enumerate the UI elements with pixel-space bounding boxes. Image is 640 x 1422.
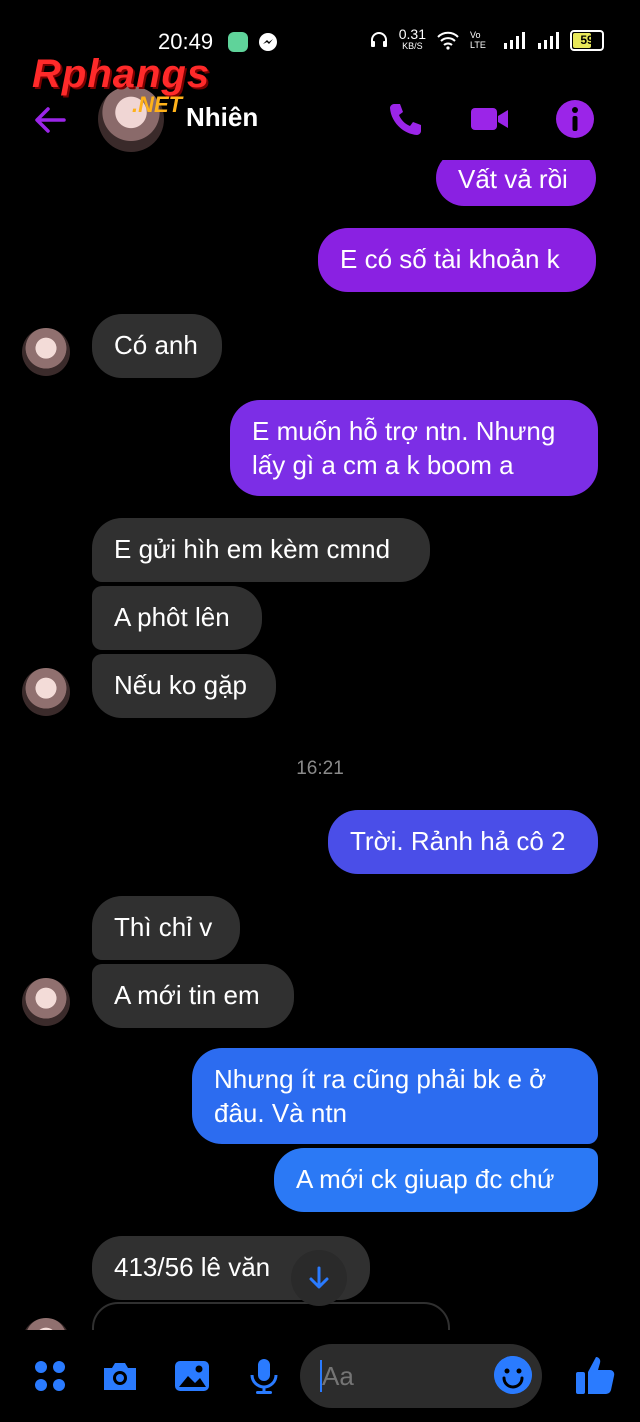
message-outgoing[interactable]: Trời. Rảnh hả cô 2 <box>328 810 598 874</box>
message-outgoing[interactable]: E muốn hỗ trợ ntn. Nhưng lấy gì a cm a k… <box>230 400 598 496</box>
thumbs-up-icon[interactable] <box>572 1352 618 1398</box>
watermark-logo: Rphangs .NET <box>32 52 211 117</box>
message-outgoing[interactable]: A mới ck giuap đc chứ <box>274 1148 598 1212</box>
messenger-notification-icon <box>259 33 277 51</box>
watermark-main: Rphangs <box>32 52 211 96</box>
message-line: lấy gì a cm a k boom a <box>252 450 514 480</box>
scroll-to-bottom-button[interactable] <box>291 1250 347 1306</box>
camera-icon[interactable] <box>100 1356 140 1396</box>
composer-bar <box>0 1330 640 1422</box>
message-line: đâu. Và ntn <box>214 1098 347 1128</box>
video-call-icon[interactable] <box>468 98 510 140</box>
status-right: 0.31 KB/S Vo LTE 59 <box>369 26 604 52</box>
message-outgoing[interactable]: Nhưng ít ra cũng phải bk e ở đâu. Và ntn <box>192 1048 598 1144</box>
phone-call-icon[interactable] <box>384 98 426 140</box>
app-notification-icon <box>228 32 248 52</box>
message-line: E muốn hỗ trợ ntn. Nhưng <box>252 416 556 446</box>
message-outgoing[interactable]: E có số tài khoản k <box>318 228 596 292</box>
message-incoming[interactable]: A mới tin em <box>92 964 294 1028</box>
sender-avatar[interactable] <box>22 978 70 1026</box>
message-incoming[interactable]: E gửi hìh em kèm cmnd <box>92 518 430 582</box>
sender-avatar[interactable] <box>22 1318 70 1330</box>
apps-menu-icon[interactable] <box>30 1356 70 1396</box>
sender-avatar[interactable] <box>22 668 70 716</box>
back-arrow-icon[interactable] <box>30 100 70 140</box>
wifi-icon <box>437 31 459 50</box>
partial-message[interactable] <box>92 1302 450 1330</box>
time-separator: 16:21 <box>296 758 344 779</box>
message-incoming[interactable]: Nếu ko gặp <box>92 654 276 718</box>
watermark-sub: .NET <box>132 92 183 117</box>
gallery-icon[interactable] <box>172 1356 212 1396</box>
message-line: Nhưng ít ra cũng phải bk e ở <box>214 1064 547 1094</box>
net-speed: 0.31 KB/S <box>398 26 426 51</box>
message-incoming[interactable]: Thì chỉ v <box>92 896 240 960</box>
info-icon[interactable] <box>554 98 596 140</box>
microphone-icon[interactable] <box>244 1356 284 1396</box>
volte-label: Vo LTE <box>470 30 486 50</box>
arrow-down-icon <box>309 1266 329 1289</box>
contact-name[interactable]: Nhiên <box>186 102 258 133</box>
signal-icon-2 <box>538 32 559 49</box>
message-list[interactable]: Vất vả rồi E có số tài khoản k Có anh E … <box>0 160 640 1330</box>
message-outgoing[interactable]: Vất vả rồi <box>436 160 596 206</box>
signal-icon-1 <box>504 32 525 49</box>
emoji-icon[interactable] <box>494 1356 532 1394</box>
text-caret <box>320 1360 322 1392</box>
sender-avatar[interactable] <box>22 328 70 376</box>
headphone-icon <box>370 32 387 47</box>
message-incoming[interactable]: Có anh <box>92 314 222 378</box>
message-incoming[interactable]: A phôt lên <box>92 586 262 650</box>
battery-icon: 59 <box>570 29 604 51</box>
